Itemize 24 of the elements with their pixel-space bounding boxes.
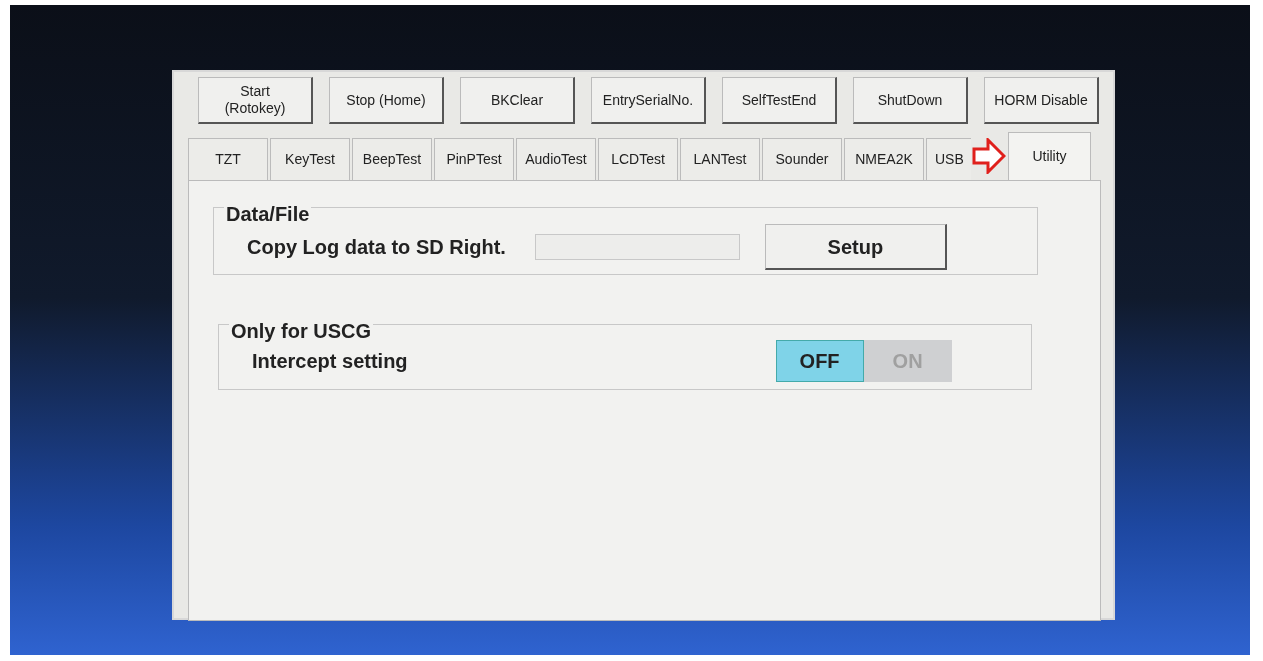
- tab[interactable]: KeyTest: [270, 138, 350, 180]
- toolbar-button[interactable]: HORM Disable: [984, 77, 1099, 124]
- tab[interactable]: Sounder: [762, 138, 842, 180]
- tab[interactable]: LCDTest: [598, 138, 678, 180]
- toolbar-button[interactable]: BKClear: [460, 77, 575, 124]
- toolbar-button[interactable]: Stop (Home): [329, 77, 444, 124]
- tab[interactable]: BeepTest: [352, 138, 432, 180]
- toolbar-button[interactable]: SelfTestEnd: [722, 77, 837, 124]
- tab[interactable]: Utility: [1008, 132, 1091, 180]
- toolbar-button[interactable]: Start (Rotokey): [198, 77, 313, 124]
- tab[interactable]: PinPTest: [434, 138, 514, 180]
- arrow-icon: [972, 138, 1006, 174]
- toolbar-button[interactable]: ShutDown: [853, 77, 968, 124]
- tab[interactable]: TZT: [188, 138, 268, 180]
- setup-button[interactable]: Setup: [764, 224, 947, 270]
- tab[interactable]: USB: [926, 138, 971, 180]
- toggle-option[interactable]: OFF: [775, 340, 864, 382]
- toolbar-button[interactable]: EntrySerialNo.: [591, 77, 706, 124]
- tab[interactable]: AudioTest: [516, 138, 596, 180]
- tab[interactable]: NMEA2K: [844, 138, 924, 180]
- setting-label: Intercept setting: [252, 349, 408, 374]
- input-field[interactable]: [534, 234, 740, 260]
- tab[interactable]: LANTest: [680, 138, 760, 180]
- setting-label: Copy Log data to SD Right.: [247, 235, 506, 260]
